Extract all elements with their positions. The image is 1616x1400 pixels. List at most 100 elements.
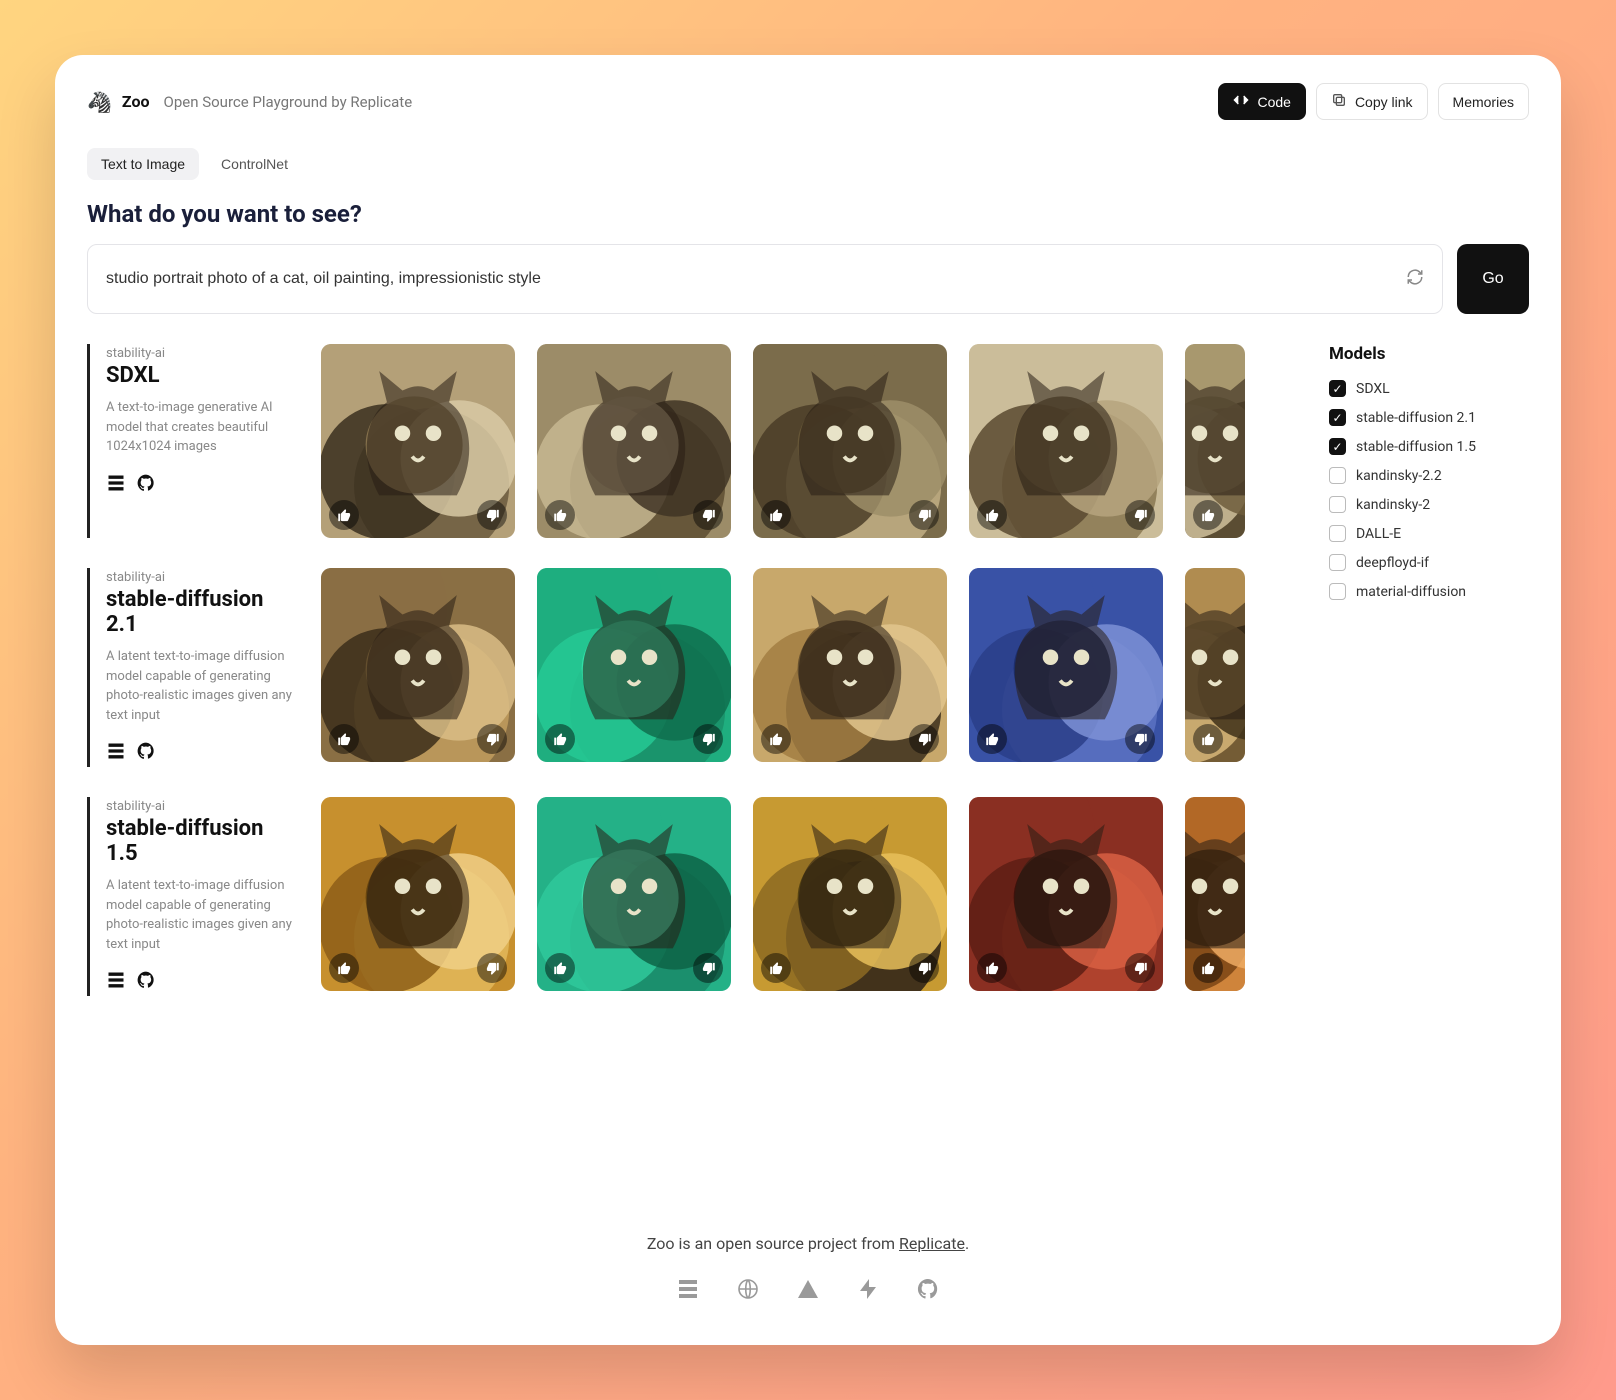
model-link-icons xyxy=(106,741,299,765)
model-option-dall-e[interactable]: DALL-E xyxy=(1329,525,1529,542)
generated-image[interactable] xyxy=(321,344,515,538)
thumbs-down-button[interactable] xyxy=(1125,953,1155,983)
model-vendor: stability-ai xyxy=(106,799,299,814)
thumbs-up-button[interactable] xyxy=(977,724,1007,754)
thumbs-up-button[interactable] xyxy=(761,724,791,754)
thumbs-up-button[interactable] xyxy=(761,953,791,983)
thumbs-up-button[interactable] xyxy=(329,953,359,983)
github-link-icon[interactable] xyxy=(136,741,156,765)
thumbs-up-button[interactable] xyxy=(1193,500,1223,530)
main-area: stability-aiSDXLA text-to-image generati… xyxy=(87,344,1529,996)
thumbnail-strip xyxy=(321,344,1299,538)
thumbs-down-button[interactable] xyxy=(909,724,939,754)
model-option-stable-diffusion-1-5[interactable]: stable-diffusion 1.5 xyxy=(1329,438,1529,455)
checkbox[interactable] xyxy=(1329,583,1346,600)
replicate-icon[interactable] xyxy=(676,1277,700,1305)
generated-image[interactable] xyxy=(1185,797,1245,991)
model-option-material-diffusion[interactable]: material-diffusion xyxy=(1329,583,1529,600)
thumbs-up-button[interactable] xyxy=(545,953,575,983)
checkbox[interactable] xyxy=(1329,380,1346,397)
vercel-icon[interactable] xyxy=(796,1277,820,1305)
model-description: A latent text-to-image diffusion model c… xyxy=(106,876,299,954)
checkbox[interactable] xyxy=(1329,496,1346,513)
thumbnail-strip xyxy=(321,568,1299,767)
model-option-kandinsky-2-2[interactable]: kandinsky-2.2 xyxy=(1329,467,1529,484)
model-option-label: kandinsky-2.2 xyxy=(1356,468,1442,484)
generated-image[interactable] xyxy=(969,568,1163,762)
thumbs-down-button[interactable] xyxy=(909,953,939,983)
copy-link-button[interactable]: Copy link xyxy=(1316,83,1428,120)
brand: 🦓 Zoo Open Source Playground by Replicat… xyxy=(87,90,412,114)
thumbs-down-button[interactable] xyxy=(1125,724,1155,754)
thumbs-up-button[interactable] xyxy=(977,500,1007,530)
tab-text-to-image[interactable]: Text to Image xyxy=(87,148,199,180)
checkbox[interactable] xyxy=(1329,409,1346,426)
refresh-icon[interactable] xyxy=(1406,268,1424,290)
generated-image[interactable] xyxy=(537,344,731,538)
zebra-logo-icon: 🦓 xyxy=(87,90,112,114)
model-option-deepfloyd-if[interactable]: deepfloyd-if xyxy=(1329,554,1529,571)
generated-image[interactable] xyxy=(537,568,731,762)
replicate-link-icon[interactable] xyxy=(106,473,126,497)
prompt-input[interactable] xyxy=(106,270,1406,288)
brand-subtitle: Open Source Playground by Replicate xyxy=(164,93,413,111)
thumbs-up-button[interactable] xyxy=(1193,953,1223,983)
footer: Zoo is an open source project from Repli… xyxy=(87,1174,1529,1305)
generated-image[interactable] xyxy=(321,568,515,762)
model-row: stability-aiSDXLA text-to-image generati… xyxy=(87,344,1299,538)
thumbs-down-button[interactable] xyxy=(1125,500,1155,530)
model-meta: stability-aiSDXLA text-to-image generati… xyxy=(87,344,299,538)
generated-image[interactable] xyxy=(753,568,947,762)
thumbs-down-button[interactable] xyxy=(477,953,507,983)
thumbs-down-button[interactable] xyxy=(693,724,723,754)
thumbs-up-button[interactable] xyxy=(1193,724,1223,754)
copy-icon xyxy=(1331,92,1347,111)
model-option-sdxl[interactable]: SDXL xyxy=(1329,380,1529,397)
checkbox[interactable] xyxy=(1329,525,1346,542)
model-option-label: material-diffusion xyxy=(1356,584,1466,600)
thumbs-down-button[interactable] xyxy=(693,953,723,983)
thumbs-down-button[interactable] xyxy=(477,724,507,754)
code-button[interactable]: Code xyxy=(1218,83,1305,120)
memories-button[interactable]: Memories xyxy=(1438,83,1529,120)
generated-image[interactable] xyxy=(1185,568,1245,762)
thumbs-up-button[interactable] xyxy=(329,724,359,754)
model-option-stable-diffusion-2-1[interactable]: stable-diffusion 2.1 xyxy=(1329,409,1529,426)
model-option-kandinsky-2[interactable]: kandinsky-2 xyxy=(1329,496,1529,513)
thumbs-down-button[interactable] xyxy=(693,500,723,530)
openai-icon[interactable] xyxy=(736,1277,760,1305)
supabase-icon[interactable] xyxy=(856,1277,880,1305)
model-name: stable-diffusion 1.5 xyxy=(106,816,299,866)
generated-image[interactable] xyxy=(753,344,947,538)
go-button[interactable]: Go xyxy=(1457,244,1529,314)
github-link-icon[interactable] xyxy=(136,970,156,994)
thumbs-down-button[interactable] xyxy=(477,500,507,530)
footer-replicate-link[interactable]: Replicate xyxy=(899,1234,965,1253)
thumbs-down-button[interactable] xyxy=(909,500,939,530)
memories-button-label: Memories xyxy=(1453,94,1514,110)
thumbs-up-button[interactable] xyxy=(977,953,1007,983)
footer-text: Zoo is an open source project from Repli… xyxy=(87,1234,1529,1253)
thumbs-up-button[interactable] xyxy=(545,724,575,754)
thumbs-up-button[interactable] xyxy=(329,500,359,530)
replicate-link-icon[interactable] xyxy=(106,741,126,765)
thumbs-up-button[interactable] xyxy=(545,500,575,530)
checkbox[interactable] xyxy=(1329,554,1346,571)
generated-image[interactable] xyxy=(753,797,947,991)
thumbs-up-button[interactable] xyxy=(761,500,791,530)
model-option-label: stable-diffusion 1.5 xyxy=(1356,439,1476,455)
github-link-icon[interactable] xyxy=(136,473,156,497)
replicate-link-icon[interactable] xyxy=(106,970,126,994)
generated-image[interactable] xyxy=(537,797,731,991)
model-link-icons xyxy=(106,970,299,994)
generated-image[interactable] xyxy=(321,797,515,991)
tab-controlnet[interactable]: ControlNet xyxy=(207,148,302,180)
generated-image[interactable] xyxy=(969,797,1163,991)
checkbox[interactable] xyxy=(1329,467,1346,484)
generated-image[interactable] xyxy=(1185,344,1245,538)
github-icon[interactable] xyxy=(916,1277,940,1305)
brand-title: Zoo xyxy=(122,92,150,111)
generated-image[interactable] xyxy=(969,344,1163,538)
model-option-label: deepfloyd-if xyxy=(1356,555,1429,571)
checkbox[interactable] xyxy=(1329,438,1346,455)
